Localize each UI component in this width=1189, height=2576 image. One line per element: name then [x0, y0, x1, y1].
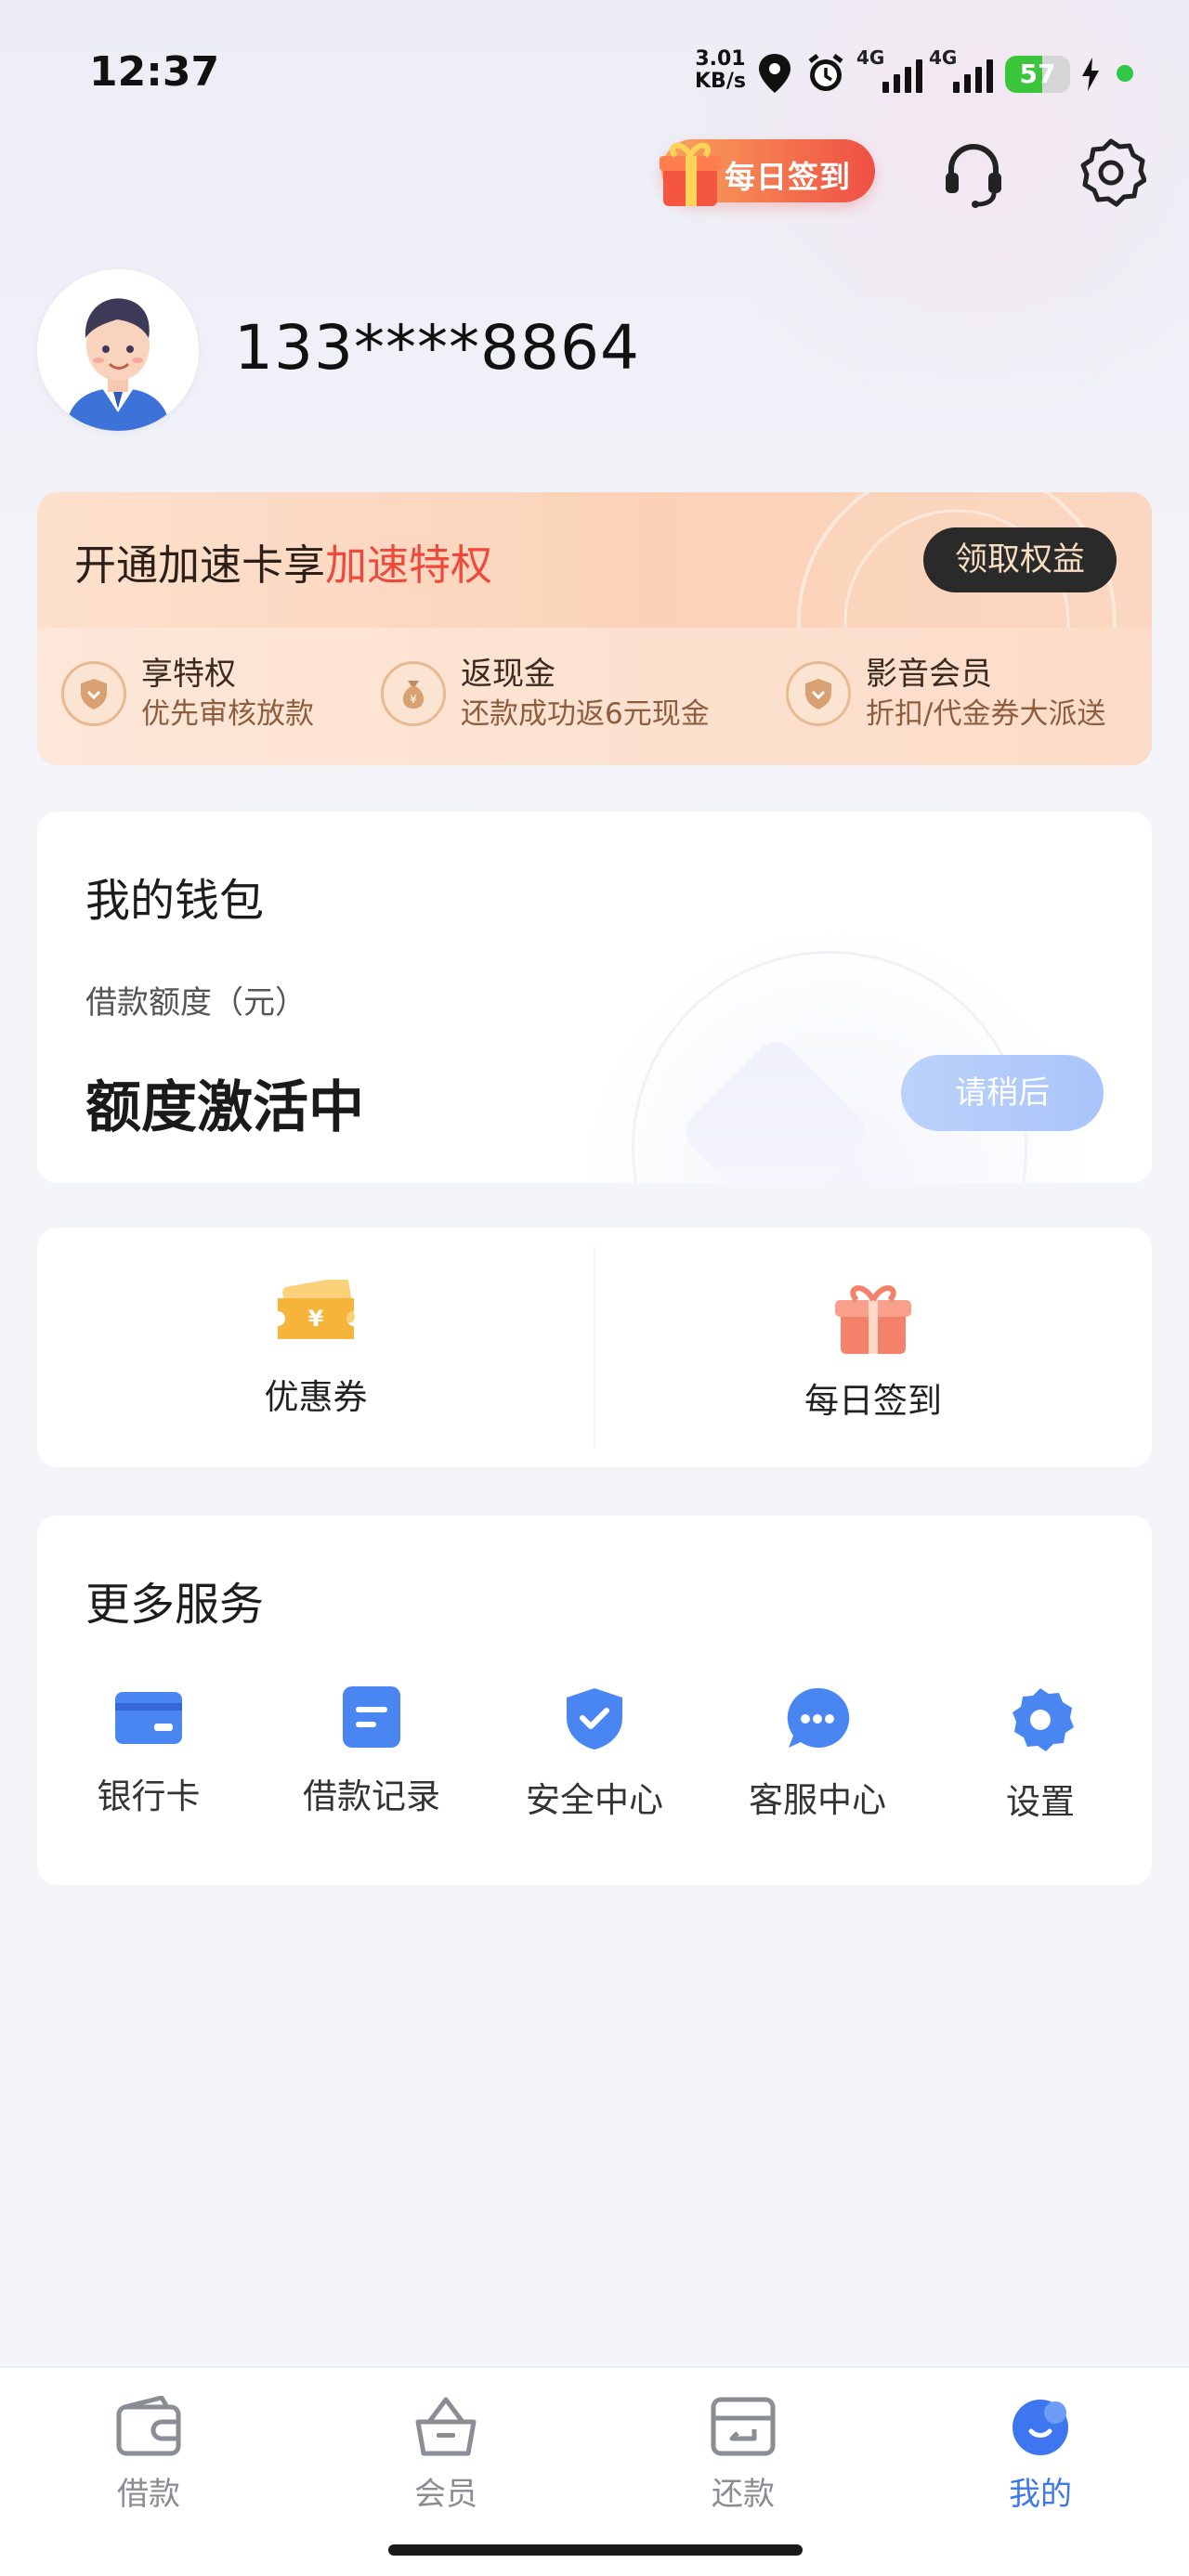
record-icon	[343, 1686, 400, 1748]
perk-subtitle: 优先审核放款	[141, 697, 314, 731]
service-settings[interactable]: 设置	[947, 1686, 1133, 1824]
daily-signin-label: 每日签到	[725, 159, 851, 195]
settings-gear-icon	[1013, 1688, 1074, 1751]
wallet-title: 我的钱包	[85, 875, 265, 927]
loan-limit-value: 额度激活中	[85, 1075, 364, 1140]
perk-title: 影音会员	[866, 656, 992, 693]
perk-item: 影音会员 折扣/代金券大派送	[786, 654, 1105, 734]
vip-title-highlight: 加速特权	[325, 540, 493, 590]
nav-tab-loan[interactable]: 借款	[56, 2395, 242, 2514]
services-title: 更多服务	[85, 1579, 265, 1631]
smile-icon	[1013, 2400, 1068, 2455]
gift-icon	[835, 1285, 911, 1354]
service-label: 设置	[1006, 1782, 1075, 1822]
service-label: 借款记录	[303, 1776, 440, 1816]
coupon-icon: ¥	[278, 1277, 355, 1339]
claim-benefits-button[interactable]: 领取权益	[923, 527, 1117, 592]
chat-bubble-icon	[787, 1687, 850, 1748]
vip-card-title: 开通加速卡享加速特权	[74, 531, 492, 592]
svg-text:¥: ¥	[410, 693, 417, 706]
perk-title: 享特权	[141, 656, 236, 693]
battery-level: 57	[1019, 59, 1056, 89]
nav-label: 会员	[414, 2476, 477, 2513]
basket-icon	[415, 2397, 477, 2456]
signal-bars-1	[882, 58, 922, 93]
service-security-center[interactable]: 安全中心	[502, 1686, 687, 1822]
service-customer-center[interactable]: 客服中心	[725, 1686, 910, 1822]
service-loan-records[interactable]: 借款记录	[279, 1686, 464, 1818]
perk-item: ¥ 返现金 还款成功返6元现金	[381, 654, 710, 734]
vip-perks-band: 享特权 优先审核放款 ¥ 返现金 还款成功返6元现金 影音会员 折扣/代金券大派…	[37, 628, 1152, 765]
quick-actions-card: ¥ 优惠券 每日签到	[37, 1228, 1152, 1467]
gift-icon	[660, 142, 721, 206]
service-label: 客服中心	[749, 1780, 886, 1820]
heart-shield-icon	[786, 661, 851, 726]
perk-subtitle: 还款成功返6元现金	[461, 697, 710, 731]
privacy-indicator-dot	[1117, 65, 1133, 82]
nav-label: 我的	[1009, 2476, 1072, 2513]
location-icon	[756, 52, 793, 98]
nav-tab-mine[interactable]: 我的	[947, 2396, 1133, 2514]
daily-signin-button[interactable]: 每日签到	[660, 139, 875, 206]
headset-icon[interactable]	[940, 137, 1007, 212]
sim1-label: 4G	[856, 46, 885, 69]
signal-bars-2	[953, 58, 993, 93]
nav-label: 还款	[712, 2476, 775, 2513]
loan-limit-label: 借款额度（元）	[85, 984, 307, 1021]
svg-text:¥: ¥	[308, 1306, 324, 1332]
money-bag-icon: ¥	[381, 661, 446, 726]
nav-label: 借款	[117, 2476, 180, 2513]
daily-signin-label: 每日签到	[804, 1381, 942, 1421]
shield-check-icon	[567, 1688, 622, 1750]
perk-item: 享特权 优先审核放款	[61, 654, 314, 734]
nav-tab-repay[interactable]: 还款	[650, 2396, 836, 2514]
coupon-entry[interactable]: ¥ 优惠券	[176, 1277, 455, 1419]
charging-icon	[1079, 56, 1102, 97]
service-label: 安全中心	[526, 1780, 663, 1820]
service-label: 银行卡	[97, 1776, 201, 1816]
alarm-icon	[804, 52, 847, 98]
repay-card-icon	[711, 2397, 776, 2456]
network-speed-value: 3.01	[695, 47, 746, 71]
nav-tab-member[interactable]: 会员	[353, 2396, 539, 2514]
battery-indicator: 57	[1005, 56, 1070, 93]
vip-accelerate-card[interactable]: 开通加速卡享加速特权 领取权益 享特权 优先审核放款 ¥ 返现金 还款成功返6元…	[37, 492, 1152, 765]
wallet-card: 我的钱包 借款额度（元） 额度激活中 请稍后	[37, 812, 1152, 1183]
daily-signin-entry[interactable]: 每日签到	[734, 1280, 1013, 1423]
divider	[594, 1246, 595, 1449]
network-speed-unit: KB/s	[695, 70, 746, 93]
please-wait-button[interactable]: 请稍后	[901, 1055, 1104, 1131]
home-indicator[interactable]	[388, 2544, 803, 2556]
perk-title: 返现金	[461, 656, 555, 693]
network-speed: 3.01 KB/s	[695, 48, 746, 93]
bank-card-icon	[115, 1692, 182, 1744]
heart-shield-icon	[61, 661, 126, 726]
vip-title-prefix: 开通加速卡享	[74, 540, 326, 590]
status-time: 12:37	[89, 48, 220, 96]
coupon-label: 优惠券	[264, 1377, 368, 1417]
wallet-icon	[116, 2395, 181, 2456]
service-bank-card[interactable]: 银行卡	[56, 1686, 242, 1818]
perk-subtitle: 折扣/代金券大派送	[866, 697, 1106, 731]
user-phone-number: 133****8864	[234, 312, 640, 384]
avatar[interactable]	[37, 269, 199, 431]
more-services-card: 更多服务 银行卡 借款记录 安全中心 客服中心 设置	[37, 1516, 1152, 1885]
gear-icon[interactable]	[1076, 137, 1147, 212]
